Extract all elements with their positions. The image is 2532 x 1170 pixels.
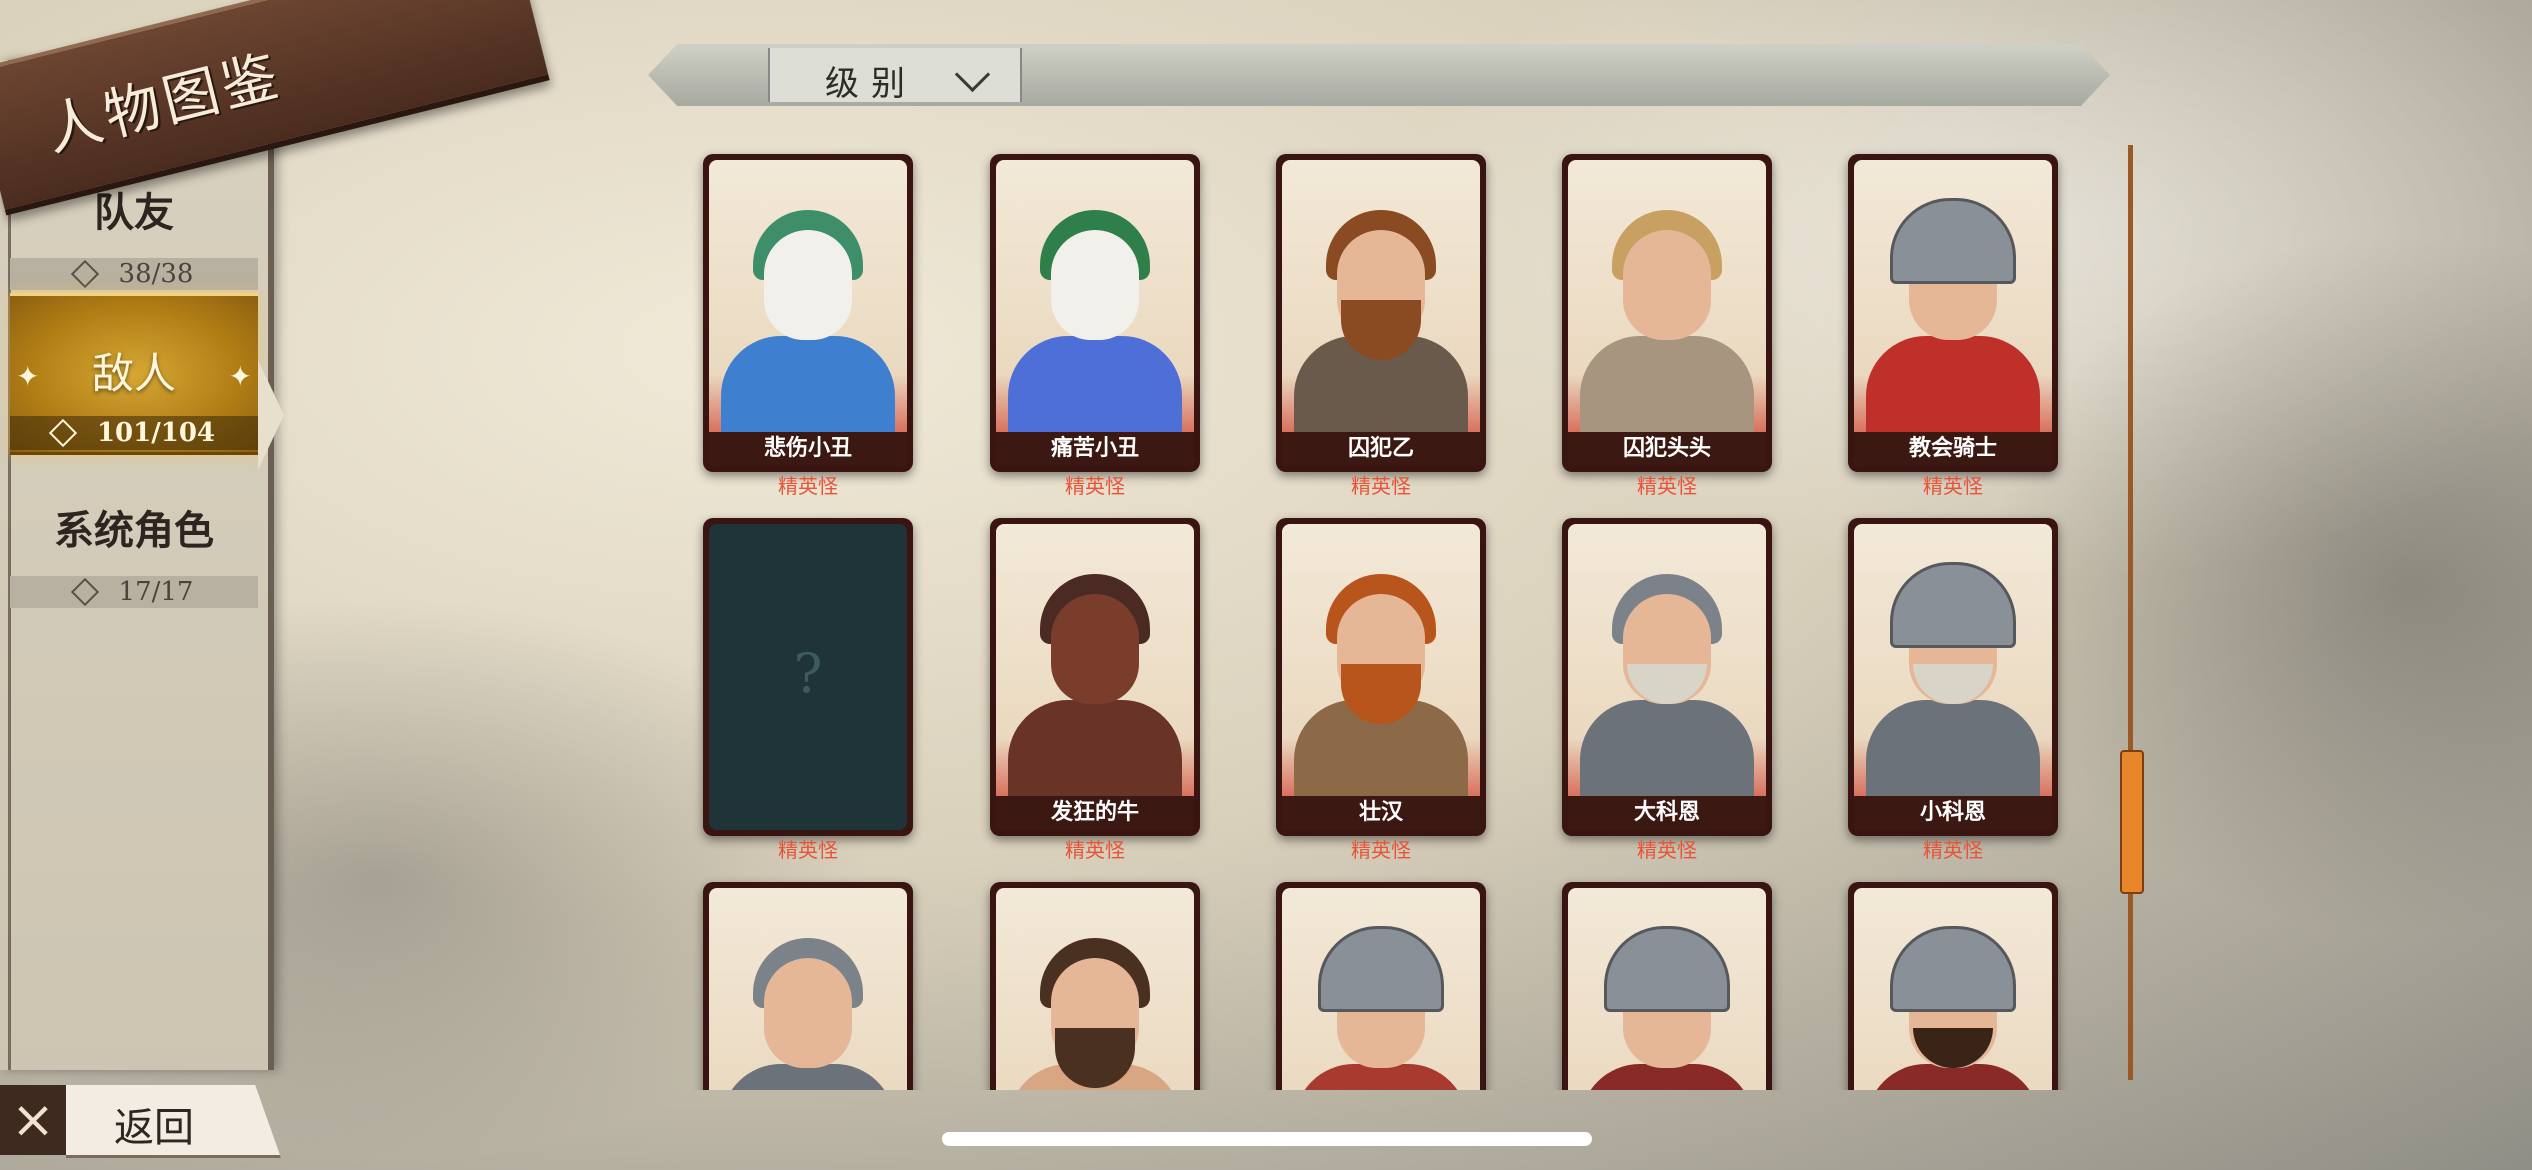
character-card[interactable] bbox=[703, 882, 913, 1090]
portrait-image bbox=[1282, 524, 1480, 810]
portrait-image bbox=[709, 888, 907, 1090]
category-sidebar: 队友 38/38 ✦ ✦ 敌人 101/104 系统角色 17/17 bbox=[0, 60, 284, 1070]
card-name: 悲伤小丑 bbox=[709, 432, 907, 466]
portrait-image bbox=[1568, 524, 1766, 810]
portrait-image bbox=[1854, 160, 2052, 446]
character-card[interactable]: 大科恩 bbox=[1562, 518, 1772, 836]
sidebar-item-count: 17/17 bbox=[10, 576, 258, 608]
card-tier: 精英怪 bbox=[1065, 474, 1125, 498]
back-button[interactable]: 返回 bbox=[66, 1085, 281, 1158]
card-name: 囚犯头头 bbox=[1568, 432, 1766, 466]
home-indicator[interactable] bbox=[942, 1132, 1592, 1146]
portrait-image bbox=[996, 888, 1194, 1090]
card-tier: 精英怪 bbox=[1923, 474, 1983, 498]
portrait-image bbox=[709, 160, 907, 446]
card-tier: 精英怪 bbox=[1637, 474, 1697, 498]
character-card[interactable] bbox=[990, 882, 1200, 1090]
back-button-label: 返回 bbox=[114, 1105, 194, 1151]
card-name: 痛苦小丑 bbox=[996, 432, 1194, 466]
close-button[interactable]: × bbox=[0, 1085, 66, 1155]
character-card[interactable]: 囚犯头头 bbox=[1562, 154, 1772, 472]
chevron-down-icon bbox=[954, 56, 991, 93]
card-name: 小科恩 bbox=[1854, 796, 2052, 830]
portrait-image bbox=[996, 524, 1194, 810]
character-card[interactable] bbox=[1562, 882, 1772, 1090]
sparkle-icon: ✦ bbox=[16, 360, 40, 393]
sidebar-item-count: 38/38 bbox=[10, 258, 258, 290]
sidebar-item-label: 系统角色 bbox=[54, 507, 214, 554]
character-card[interactable]: 小科恩 bbox=[1848, 518, 2058, 836]
title-banner: 人物图鉴 bbox=[0, 0, 550, 216]
active-indicator-arrow bbox=[258, 360, 284, 470]
portrait-image bbox=[1282, 160, 1480, 446]
level-filter-dropdown[interactable]: 级别 bbox=[768, 48, 1022, 104]
card-tier: 精英怪 bbox=[778, 474, 838, 498]
unknown-icon: ? bbox=[793, 642, 823, 705]
filter-label: 级别 bbox=[825, 64, 917, 104]
character-card[interactable]: 痛苦小丑 bbox=[990, 154, 1200, 472]
card-name: 囚犯乙 bbox=[1282, 432, 1480, 466]
sidebar-item-count: 101/104 bbox=[10, 416, 258, 450]
portrait-image bbox=[1854, 888, 2052, 1090]
card-name: 壮汉 bbox=[1282, 796, 1480, 830]
scrollbar-track[interactable] bbox=[2128, 145, 2133, 1080]
card-tier: 精英怪 bbox=[1351, 474, 1411, 498]
portrait-image bbox=[1282, 888, 1480, 1090]
character-card[interactable]: 壮汉 bbox=[1276, 518, 1486, 836]
card-tier: 精英怪 bbox=[1351, 838, 1411, 862]
sidebar-item-enemies[interactable]: ✦ ✦ 敌人 101/104 bbox=[10, 293, 258, 455]
filter-bar: 级别 bbox=[648, 44, 2110, 106]
portrait-image bbox=[1854, 524, 2052, 810]
portrait-image bbox=[1568, 160, 1766, 446]
diamond-icon bbox=[48, 418, 78, 448]
character-card[interactable]: 悲伤小丑 bbox=[703, 154, 913, 472]
sidebar-item-system-characters[interactable]: 系统角色 17/17 bbox=[10, 480, 258, 610]
portrait-image bbox=[1568, 888, 1766, 1090]
character-card-grid: 悲伤小丑 精英怪 痛苦小丑 精英怪 囚犯乙 精英怪 囚犯头头 精英怪 教会骑士 … bbox=[690, 140, 2090, 1090]
card-tier: 精英怪 bbox=[1065, 838, 1125, 862]
card-name: 教会骑士 bbox=[1854, 432, 2052, 466]
diamond-icon bbox=[70, 259, 99, 289]
character-card[interactable]: 教会骑士 bbox=[1848, 154, 2058, 472]
diamond-icon bbox=[70, 577, 99, 607]
card-tier: 精英怪 bbox=[1637, 838, 1697, 862]
sidebar-item-label: 敌人 bbox=[91, 349, 176, 398]
locked-character-card[interactable]: ? bbox=[703, 518, 913, 836]
character-card[interactable] bbox=[1848, 882, 2058, 1090]
character-card[interactable]: 囚犯乙 bbox=[1276, 154, 1486, 472]
portrait-image bbox=[996, 160, 1194, 446]
card-tier: 精英怪 bbox=[1923, 838, 1983, 862]
card-name: 发狂的牛 bbox=[996, 796, 1194, 830]
character-card[interactable]: 发狂的牛 bbox=[990, 518, 1200, 836]
sparkle-icon: ✦ bbox=[228, 360, 252, 393]
back-bar: × 返回 bbox=[0, 1085, 290, 1158]
card-tier: 精英怪 bbox=[778, 838, 838, 862]
character-card[interactable] bbox=[1276, 882, 1486, 1090]
card-name: 大科恩 bbox=[1568, 796, 1766, 830]
scrollbar-thumb[interactable] bbox=[2120, 750, 2144, 894]
page-title: 人物图鉴 bbox=[39, 43, 289, 165]
